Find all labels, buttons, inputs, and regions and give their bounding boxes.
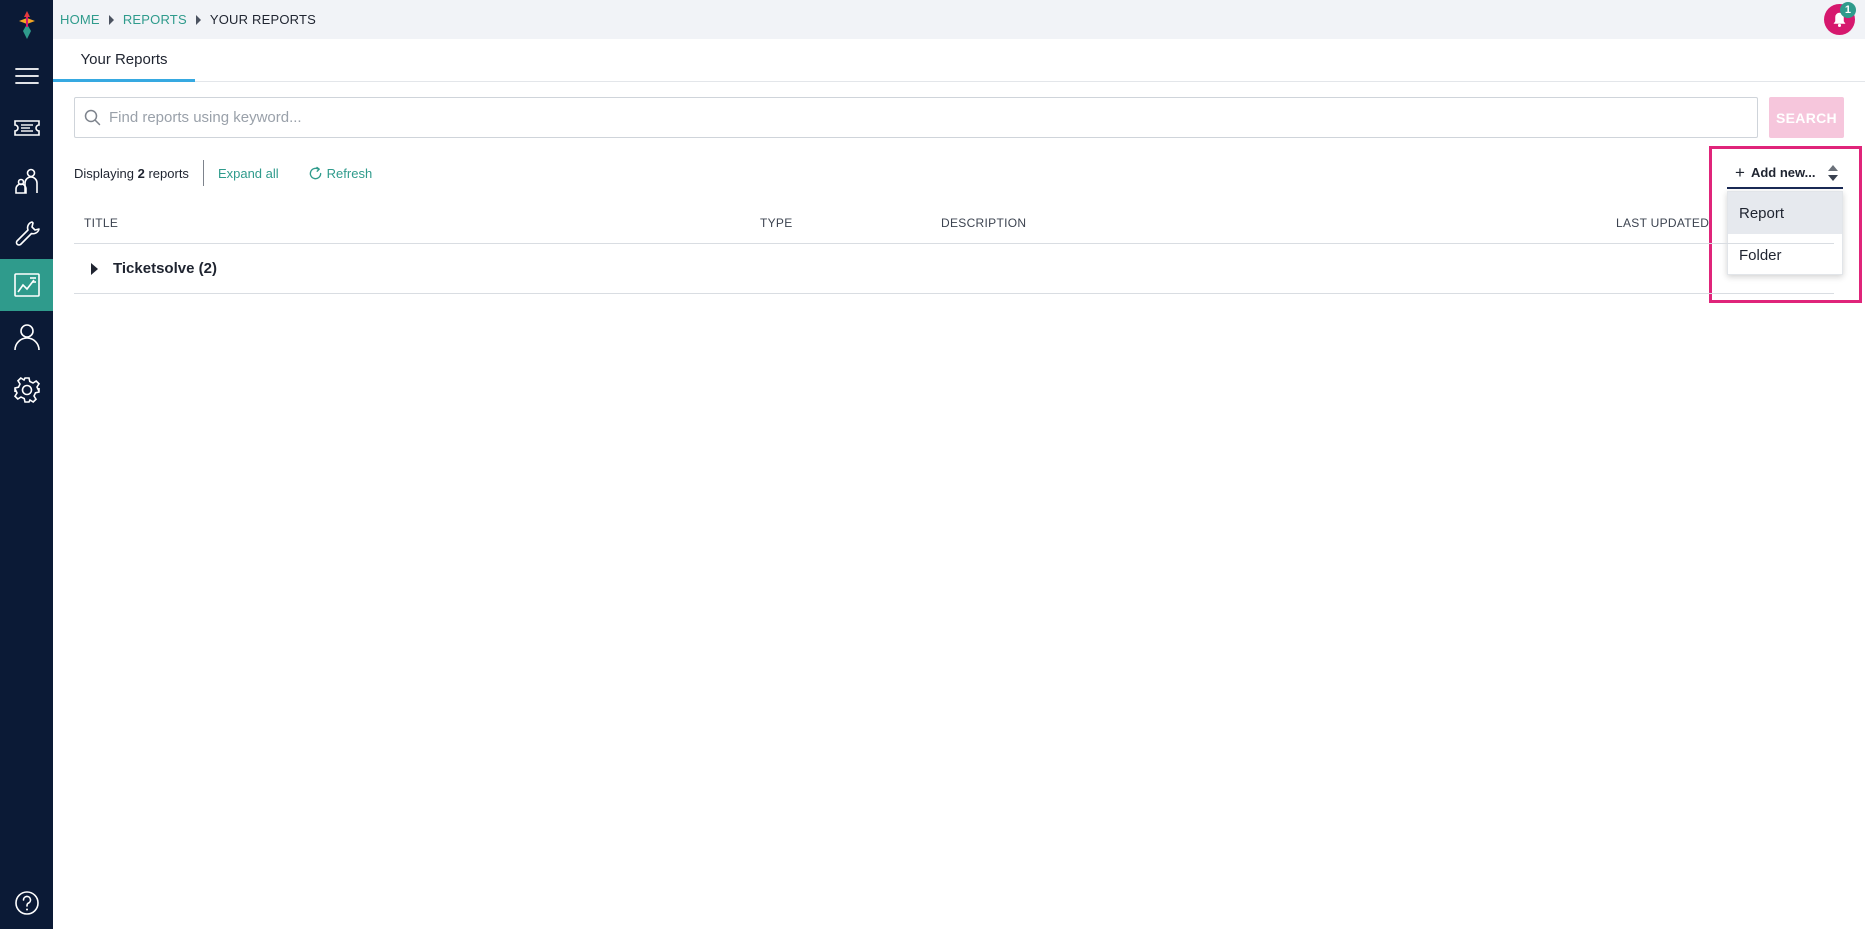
logo-icon xyxy=(18,11,35,39)
search-icon xyxy=(84,109,101,126)
top-bar: HOME REPORTS YOUR REPORTS 1 xyxy=(53,0,1865,39)
sidebar-item-tickets[interactable] xyxy=(0,102,53,154)
refresh-icon xyxy=(309,166,321,179)
sidebar-item-settings[interactable] xyxy=(0,364,53,416)
column-header-type[interactable]: TYPE xyxy=(760,216,793,230)
expand-caret-icon[interactable] xyxy=(91,262,98,275)
notification-count-badge: 1 xyxy=(1840,2,1856,18)
report-chart-icon xyxy=(13,273,40,297)
table-header: TITLE TYPE DESCRIPTION LAST UPDATED xyxy=(74,208,1834,244)
wrench-icon xyxy=(15,221,40,246)
ticket-icon xyxy=(13,120,40,136)
sidebar-item-help[interactable] xyxy=(0,877,53,929)
display-count-suffix: reports xyxy=(148,165,189,181)
gear-icon xyxy=(13,376,40,404)
refresh-link[interactable]: Refresh xyxy=(308,165,373,181)
column-header-title[interactable]: TITLE xyxy=(84,216,118,230)
breadcrumb-home[interactable]: HOME xyxy=(60,12,100,27)
sidebar xyxy=(0,0,53,929)
breadcrumb: HOME REPORTS YOUR REPORTS xyxy=(60,12,316,27)
search-button[interactable]: SEARCH xyxy=(1769,97,1844,138)
notifications-button[interactable]: 1 xyxy=(1824,2,1856,35)
people-icon xyxy=(14,168,38,194)
display-count-text: Displaying 2 reports xyxy=(74,166,189,181)
folder-title: Ticketsolve (2) xyxy=(113,260,217,277)
help-icon xyxy=(14,891,39,915)
breadcrumb-your-reports: YOUR REPORTS xyxy=(209,12,317,27)
display-count-number: 2 xyxy=(137,165,145,181)
table-row[interactable]: Ticketsolve (2) xyxy=(74,244,1834,294)
breadcrumb-separator-icon xyxy=(108,14,114,25)
sidebar-item-menu[interactable] xyxy=(0,50,53,102)
refresh-label: Refresh xyxy=(326,165,373,181)
breadcrumb-reports[interactable]: REPORTS xyxy=(123,12,187,27)
breadcrumb-separator-icon xyxy=(195,14,201,25)
sidebar-item-customers[interactable] xyxy=(0,155,53,207)
sidebar-item-reports[interactable] xyxy=(0,259,53,311)
column-header-last-updated[interactable]: LAST UPDATED xyxy=(1616,216,1709,230)
tab-your-reports[interactable]: Your Reports xyxy=(53,39,195,82)
search-box xyxy=(74,97,1758,138)
toolbar-divider xyxy=(202,160,204,186)
tab-bar: Your Reports xyxy=(53,39,1865,82)
search-input[interactable] xyxy=(109,98,1757,137)
sidebar-item-account[interactable] xyxy=(0,311,53,363)
column-header-description[interactable]: DESCRIPTION xyxy=(941,216,1026,230)
user-icon xyxy=(13,324,40,351)
reports-toolbar: Displaying 2 reports Expand all Refresh xyxy=(74,160,372,186)
app-logo[interactable] xyxy=(0,4,53,46)
sidebar-item-tools[interactable] xyxy=(0,207,53,259)
display-count-prefix: Displaying xyxy=(74,165,134,181)
hamburger-icon xyxy=(14,68,39,84)
expand-all-link[interactable]: Expand all xyxy=(218,166,279,181)
